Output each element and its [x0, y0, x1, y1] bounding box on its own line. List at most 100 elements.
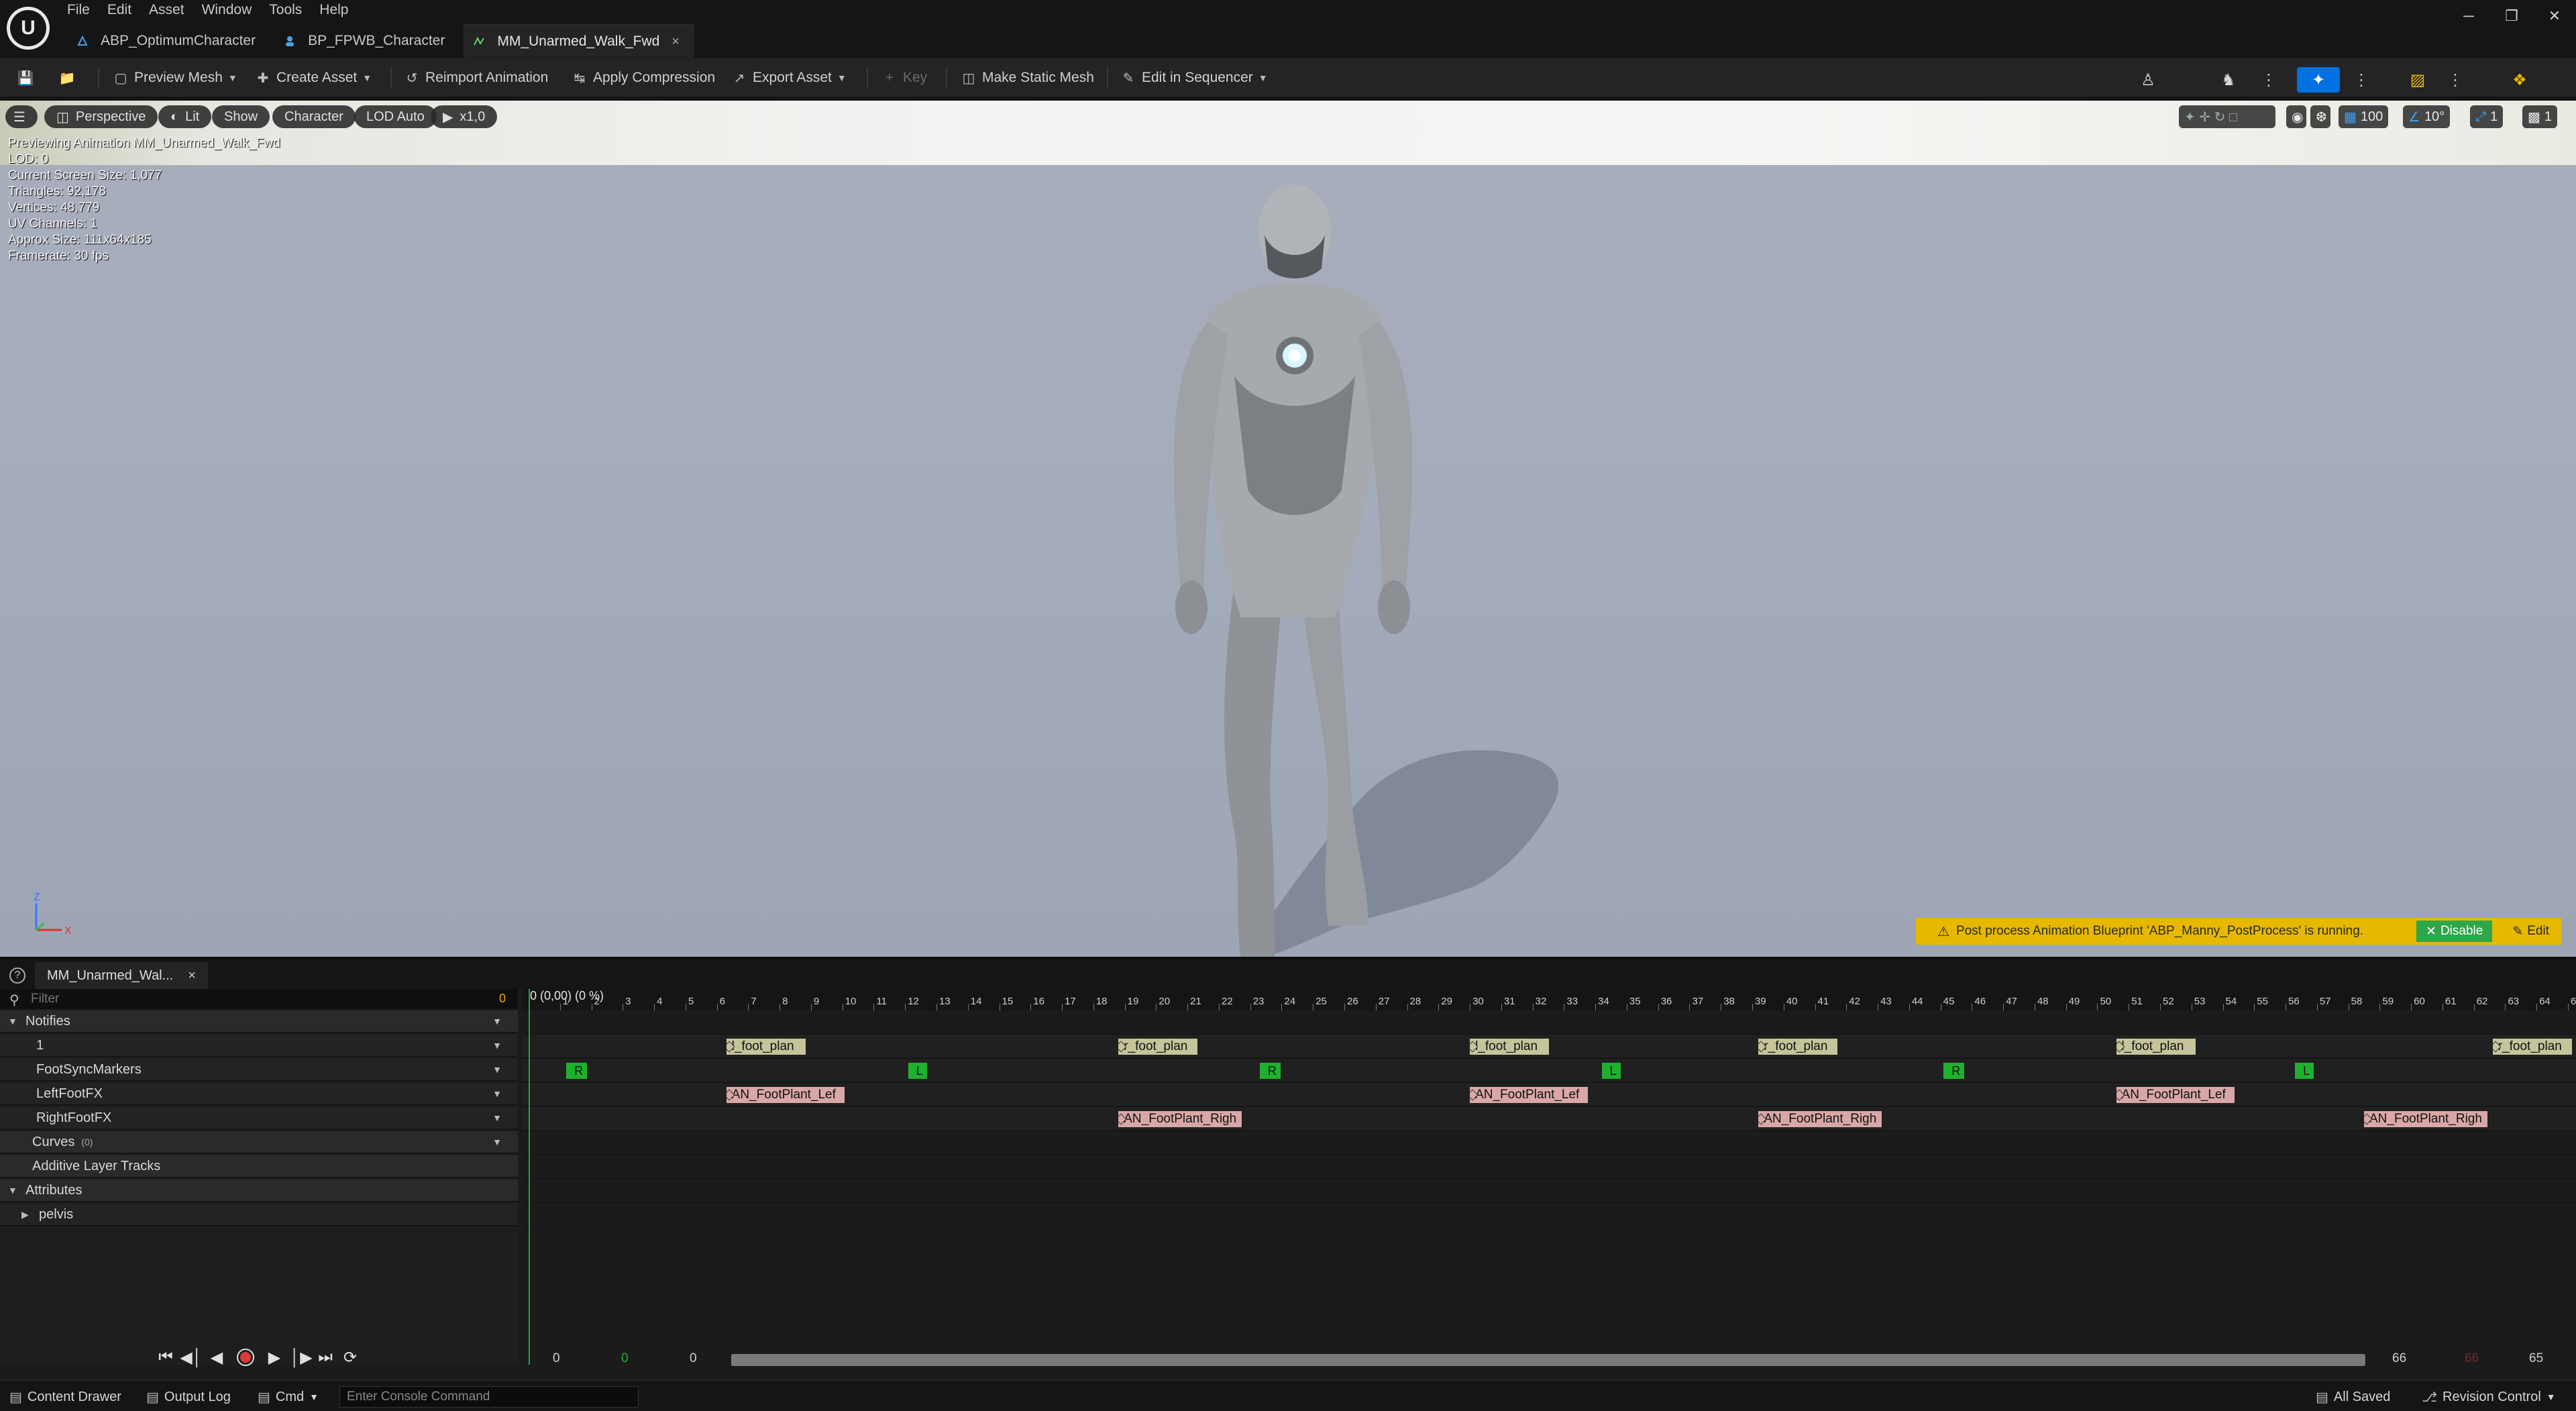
camera-speed-button[interactable]: ▩ 1 [2522, 105, 2558, 128]
collapse-arrow-icon[interactable]: ▼ [8, 1016, 25, 1027]
sync-marker[interactable]: L [908, 1063, 927, 1079]
menu-file[interactable]: File [67, 0, 90, 20]
timeline-row-left-fx[interactable]: AN_FootPlant_Lef AN_FootPlant_Lef AN_FootP… [522, 1083, 2576, 1107]
timeline[interactable]: 0 (0,00) (0 %) 1 2 3 4 5 6 7 8 9 10 11 12 13 14 15 16 17… [522, 989, 2576, 1365]
playhead[interactable] [529, 989, 530, 1365]
browse-asset-button[interactable]: 📁 [59, 66, 80, 89]
skip-to-start-button[interactable]: ⏮ [156, 1347, 176, 1367]
show-button[interactable]: Show [212, 105, 270, 128]
filter-input[interactable] [31, 990, 474, 1008]
sync-marker[interactable]: L [1601, 1063, 1621, 1079]
chevron-down-icon[interactable]: ▼ [492, 1016, 502, 1027]
timeline-row-sync[interactable]: RLRLRL [522, 1059, 2576, 1083]
range-current[interactable]: 0 [621, 1351, 629, 1366]
play-button[interactable]: ▶ [264, 1347, 284, 1367]
restore-button[interactable]: ❐ [2490, 0, 2533, 34]
disable-button[interactable]: ✕ Disable [2416, 921, 2493, 942]
timeline-row-right-fx[interactable]: AN_FootPlant_Righ AN_FootPlant_Righ AN_Foo… [522, 1107, 2576, 1131]
all-saved-indicator[interactable]: ▤ All Saved [2316, 1386, 2390, 1408]
view-start[interactable]: 0 [690, 1351, 697, 1366]
more-options-icon[interactable]: ⋮ [2353, 67, 2369, 93]
menu-window[interactable]: Window [202, 0, 252, 20]
more-options-icon[interactable]: ⋮ [2261, 67, 2277, 93]
notify-event[interactable]: r_foot_plan [1118, 1039, 1198, 1055]
track-additive-layer[interactable]: Additive Layer Tracks [0, 1155, 518, 1178]
mesh-mode-button[interactable]: ♞ [2207, 67, 2250, 93]
scrollbar-thumb[interactable] [731, 1354, 2365, 1366]
view-range-scrollbar[interactable] [731, 1354, 2365, 1366]
track-right-foot-fx[interactable]: RightFootFX ▼ [0, 1107, 518, 1130]
previous-frame-button[interactable]: ◀│ [180, 1347, 202, 1367]
notify-event[interactable]: AN_FootPlant_Righ [1118, 1111, 1242, 1127]
range-end-marker[interactable]: 66 [2465, 1351, 2479, 1366]
console-command-input[interactable]: Enter Console Command [339, 1386, 639, 1408]
blueprint-mode-button[interactable]: ▨ [2396, 67, 2439, 93]
sync-marker[interactable]: R [1259, 1063, 1281, 1079]
output-log-button[interactable]: ▤ Output Log [146, 1386, 231, 1408]
viewport-menu-button[interactable]: ☰ [5, 105, 38, 128]
skeleton-mode-button[interactable]: ♙ [2127, 67, 2169, 93]
play-reverse-button[interactable]: ◀ [207, 1347, 227, 1367]
rotation-snap-button[interactable]: ∠ 10° [2403, 105, 2451, 128]
more-options-icon[interactable]: ⋮ [2447, 67, 2463, 93]
perspective-button[interactable]: ◫ Perspective [44, 105, 158, 128]
close-window-button[interactable]: ✕ [2533, 0, 2576, 34]
create-asset-button[interactable]: ✚ Create Asset ▼ [255, 66, 372, 89]
key-button[interactable]: + Key [881, 66, 927, 89]
notify-event[interactable]: AN_FootPlant_Lef [726, 1087, 845, 1103]
skip-to-end-button[interactable]: ⏭ [315, 1347, 335, 1367]
time-ruler[interactable]: 0 (0,00) (0 %) 1 2 3 4 5 6 7 8 9 10 11 12 13 14 15 16 17… [522, 989, 2576, 1010]
next-frame-button[interactable]: │▶ [290, 1347, 312, 1367]
minimize-button[interactable]: ─ [2447, 0, 2490, 34]
notify-event[interactable]: AN_FootPlant_Lef [2116, 1087, 2235, 1103]
menu-tools[interactable]: Tools [269, 0, 302, 20]
range-end[interactable]: 65 [2529, 1351, 2543, 1366]
close-tab-icon[interactable]: × [672, 34, 680, 50]
physics-mode-button[interactable]: ❖ [2498, 67, 2541, 93]
transform-tools[interactable]: ✦ ✛ ↻ □ [2179, 105, 2275, 128]
make-static-mesh-button[interactable]: ◫ Make Static Mesh [961, 66, 1094, 89]
notify-event[interactable]: AN_FootPlant_Righ [1758, 1111, 1882, 1127]
sync-marker[interactable]: R [1943, 1063, 1965, 1079]
notify-event[interactable]: AN_FootPlant_Lef [1470, 1087, 1589, 1103]
content-drawer-button[interactable]: ▤ Content Drawer [9, 1386, 121, 1408]
sync-marker[interactable]: L [2295, 1063, 2314, 1079]
close-tab-icon[interactable]: × [188, 968, 196, 984]
track-foot-sync-markers[interactable]: FootSyncMarkers ▼ [0, 1059, 518, 1082]
chevron-down-icon[interactable]: ▼ [492, 1112, 502, 1123]
track-left-foot-fx[interactable]: LeftFootFX ▼ [0, 1083, 518, 1106]
reimport-animation-button[interactable]: ↺ Reimport Animation [404, 66, 549, 89]
grid-snap-button[interactable]: ▦ 100 [2339, 105, 2389, 128]
view-end[interactable]: 66 [2392, 1351, 2406, 1366]
export-asset-button[interactable]: ↗ Export Asset ▼ [731, 66, 847, 89]
preview-viewport[interactable]: ☰ ◫ Perspective ◐ Lit Show Character LOD A… [0, 101, 2576, 957]
tab-anim-sequence[interactable]: MM_Unarmed_Wal... × [35, 962, 208, 989]
notify-event[interactable]: l_foot_plan [726, 1039, 806, 1055]
menu-edit[interactable]: Edit [107, 0, 131, 20]
edit-button[interactable]: ✎ Edit [2500, 918, 2561, 945]
timeline-row-1[interactable]: l_foot_plan r_foot_plan l_foot_plan r_foot_… [522, 1035, 2576, 1059]
collapse-arrow-icon[interactable]: ▼ [8, 1185, 25, 1196]
tab-abp-optimum-character[interactable]: ABP_OptimumCharacter [67, 24, 270, 58]
scale-snap-button[interactable]: ⤢ 1 [2470, 105, 2504, 128]
lod-button[interactable]: LOD Auto [354, 105, 437, 128]
apply-compression-button[interactable]: ↹ Apply Compression [572, 66, 715, 89]
chevron-down-icon[interactable]: ▼ [492, 1088, 502, 1099]
notify-event[interactable]: l_foot_plan [2116, 1039, 2196, 1055]
tab-mm-unarmed-walk-fwd[interactable]: MM_Unarmed_Walk_Fwd × [464, 24, 694, 58]
track-notifies[interactable]: ▼ Notifies ▼ [0, 1010, 518, 1033]
character-button[interactable]: Character [272, 105, 356, 128]
play-speed-button[interactable]: ▶ x1,0 [431, 105, 498, 128]
notify-event[interactable]: l_foot_plan [1470, 1039, 1550, 1055]
track-pelvis[interactable]: ▶ pelvis [0, 1204, 518, 1226]
track-notify-1[interactable]: 1 ▼ [0, 1035, 518, 1057]
cmd-button[interactable]: ▤ Cmd ▼ [258, 1386, 319, 1408]
unreal-logo-icon[interactable]: U [7, 7, 50, 50]
notify-event[interactable]: AN_FootPlant_Righ [2364, 1111, 2487, 1127]
track-curves[interactable]: Curves (0) ▼ [0, 1131, 518, 1154]
chevron-down-icon[interactable]: ▼ [492, 1040, 502, 1051]
menu-asset[interactable]: Asset [149, 0, 184, 20]
revision-control-button[interactable]: ⎇ Revision Control ▼ [2422, 1386, 2556, 1408]
chevron-down-icon[interactable]: ▼ [492, 1137, 502, 1147]
chevron-down-icon[interactable]: ▼ [492, 1064, 502, 1075]
